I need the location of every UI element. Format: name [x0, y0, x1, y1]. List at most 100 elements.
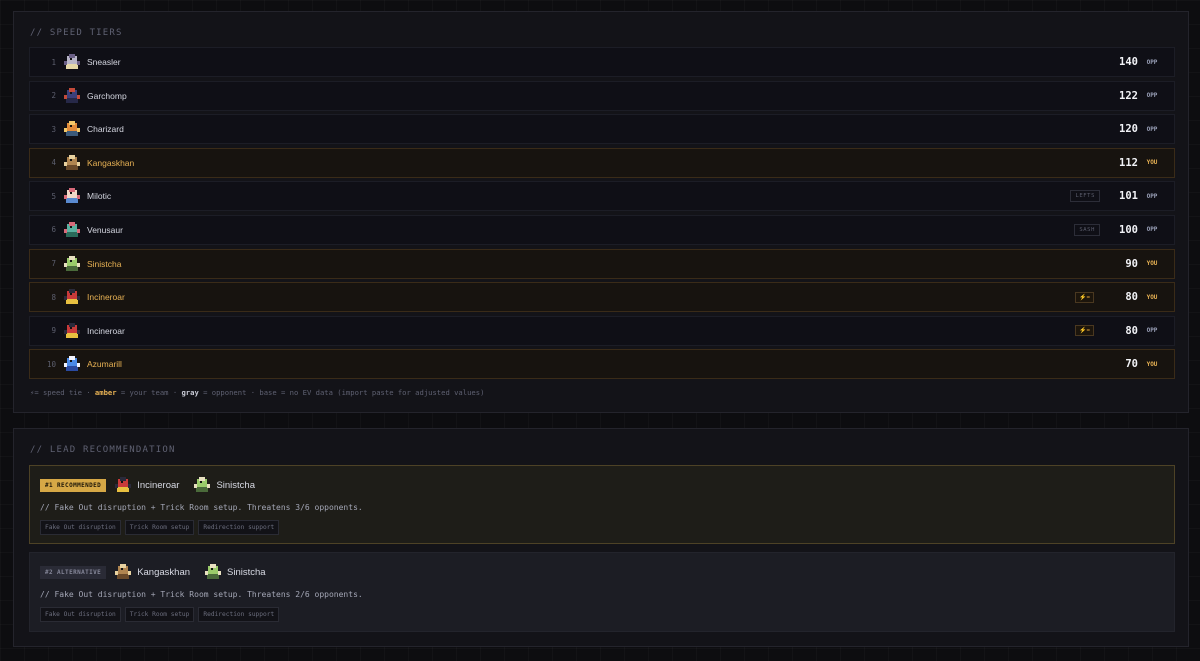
- lead-card-alternative[interactable]: #2 ALTERNATIVE Kangaskhan Sinistcha // F…: [29, 552, 1175, 632]
- speed-tier-row[interactable]: 1 Sneasler 140 OPP: [29, 47, 1175, 77]
- tier-rank: 8: [51, 292, 56, 302]
- side-label: OPP: [1146, 192, 1158, 200]
- lead-pokemon: Sinistcha: [191, 474, 261, 496]
- speed-tier-row[interactable]: 7 Sinistcha 90 YOU: [29, 248, 1175, 279]
- lead-pokemon: Incineroar: [112, 474, 185, 496]
- speed-value: 100: [1119, 223, 1138, 236]
- sinistcha-sprite-icon: [202, 561, 224, 583]
- garchomp-sprite-icon: [61, 85, 83, 107]
- tier-rank: 2: [51, 91, 56, 101]
- lead-description: // Fake Out disruption + Trick Room setu…: [40, 590, 363, 599]
- side-label: YOU: [1146, 360, 1158, 368]
- lead-card-recommended[interactable]: #1 RECOMMENDED Incineroar Sinistcha // F…: [29, 465, 1175, 544]
- legend-amber-desc: = your team ·: [116, 388, 182, 397]
- sinistcha-sprite-icon: [61, 253, 83, 275]
- lead-tag-chip: Trick Room setup: [124, 520, 195, 535]
- speed-tier-row[interactable]: 9 Incineroar ⚡= 80 OPP: [29, 315, 1175, 346]
- legend-gray-label: gray: [181, 388, 199, 397]
- milotic-sprite-icon: [61, 185, 83, 207]
- tier-stats: LEFTS 101 OPP: [1070, 182, 1166, 210]
- side-label: YOU: [1146, 293, 1158, 301]
- recommended-badge: #1 RECOMMENDED: [40, 478, 107, 492]
- kangaskhan-sprite-icon: [61, 152, 83, 174]
- pokemon-name: Incineroar: [87, 325, 125, 336]
- speed-tier-row[interactable]: 2 Garchomp 122 OPP: [29, 80, 1175, 111]
- incineroar-sprite-icon: [61, 320, 83, 342]
- lead-tag-chip: Trick Room setup: [124, 607, 195, 622]
- side-label: OPP: [1146, 226, 1158, 234]
- tier-stats: 90 YOU: [1108, 250, 1166, 278]
- speed-value: 101: [1119, 190, 1138, 203]
- incineroar-sprite-icon: [112, 474, 134, 496]
- lead-tags: Fake Out disruption Trick Room setup Red…: [40, 607, 283, 622]
- speed-value: 122: [1119, 89, 1138, 102]
- pokemon-name: Garchomp: [87, 90, 127, 101]
- side-label: YOU: [1146, 159, 1158, 167]
- speed-value: 70: [1125, 358, 1138, 371]
- incineroar-sprite-icon: [61, 286, 83, 308]
- held-item-tag: SASH: [1074, 223, 1100, 236]
- side-label: OPP: [1146, 58, 1158, 66]
- sneasler-sprite-icon: [61, 51, 83, 73]
- lead-tag-chip: Redirection support: [198, 607, 280, 622]
- tier-stats: 70 YOU: [1108, 350, 1166, 378]
- tier-stats: 122 OPP: [1108, 82, 1166, 110]
- tier-rank: 4: [51, 158, 56, 168]
- lead-tag-chip: Fake Out disruption: [40, 607, 121, 622]
- lead-pokemon: Kangaskhan: [112, 561, 196, 583]
- speed-value: 80: [1125, 324, 1138, 337]
- side-label: OPP: [1146, 125, 1158, 133]
- side-label: OPP: [1146, 92, 1158, 100]
- tier-rank: 10: [46, 359, 56, 369]
- lead-pokemon-name: Kangaskhan: [137, 566, 191, 578]
- tier-rank: 3: [51, 124, 56, 134]
- tier-stats: SASH 100 OPP: [1074, 216, 1166, 244]
- speed-tie-icon: ⚡=: [1075, 325, 1094, 337]
- pokemon-name: Charizard: [87, 124, 124, 135]
- legend-gray-desc: = opponent · base = no EV data (import p…: [198, 388, 485, 397]
- speed-tier-row[interactable]: 8 Incineroar ⚡= 80 YOU: [29, 282, 1175, 313]
- speed-tier-row[interactable]: 3 Charizard 120 OPP: [29, 114, 1175, 145]
- speed-tier-row[interactable]: 5 Milotic LEFTS 101 OPP: [29, 181, 1175, 212]
- tier-rank: 7: [51, 259, 56, 269]
- tier-rank: 5: [51, 191, 56, 201]
- lead-description: // Fake Out disruption + Trick Room setu…: [40, 503, 363, 512]
- speed-tier-row[interactable]: 4 Kangaskhan 112 YOU: [29, 147, 1175, 178]
- legend-amber-label: amber: [94, 388, 117, 397]
- speed-tier-legend: ⚡= speed tie · amber = your team · gray …: [30, 388, 484, 397]
- side-label: YOU: [1146, 260, 1158, 268]
- speed-tiers-panel: // SPEED TIERS 1 Sneasler 140 OPP 2 Garchomp 1…: [13, 11, 1189, 413]
- tier-stats: ⚡= 80 OPP: [1075, 317, 1166, 345]
- kangaskhan-sprite-icon: [112, 561, 134, 583]
- tier-rank: 9: [51, 326, 56, 336]
- charizard-sprite-icon: [61, 118, 83, 140]
- lead-pokemon-name: Incineroar: [137, 479, 180, 491]
- speed-tier-row[interactable]: 10 Azumarill 70 YOU: [29, 349, 1175, 380]
- pokemon-name: Sneasler: [87, 57, 121, 67]
- speed-tie-icon: ⚡=: [1075, 291, 1094, 303]
- speed-value: 112: [1119, 156, 1138, 169]
- tier-stats: ⚡= 80 YOU: [1075, 283, 1166, 311]
- speed-value: 120: [1119, 123, 1138, 136]
- tier-stats: 140 OPP: [1108, 48, 1166, 76]
- held-item-tag: LEFTS: [1070, 190, 1100, 203]
- speed-value: 140: [1119, 56, 1138, 68]
- tier-rank: 6: [51, 225, 56, 235]
- azumarill-sprite-icon: [61, 353, 83, 375]
- speed-tiers-title: // SPEED TIERS: [30, 28, 123, 38]
- speed-tier-row[interactable]: 6 Venusaur SASH 100 OPP: [29, 214, 1175, 245]
- lead-pokemon-name: Sinistcha: [216, 479, 255, 491]
- lead-recommendation-title: // LEAD RECOMMENDATION: [30, 445, 176, 455]
- venusaur-sprite-icon: [61, 219, 83, 241]
- alternative-badge: #2 ALTERNATIVE: [40, 565, 107, 579]
- speed-value: 80: [1125, 291, 1138, 304]
- lead-card-header: #2 ALTERNATIVE Kangaskhan Sinistcha: [40, 561, 272, 583]
- lead-recommendation-panel: // LEAD RECOMMENDATION #1 RECOMMENDED In…: [13, 428, 1189, 647]
- tier-rank: 1: [51, 57, 56, 67]
- lead-tag-chip: Redirection support: [198, 520, 280, 535]
- legend-tie-text: ⚡= speed tie ·: [30, 388, 95, 397]
- lead-pokemon-name: Sinistcha: [227, 566, 266, 578]
- pokemon-name: Azumarill: [87, 359, 122, 370]
- pokemon-name: Venusaur: [87, 224, 123, 235]
- tier-stats: 120 OPP: [1108, 115, 1166, 143]
